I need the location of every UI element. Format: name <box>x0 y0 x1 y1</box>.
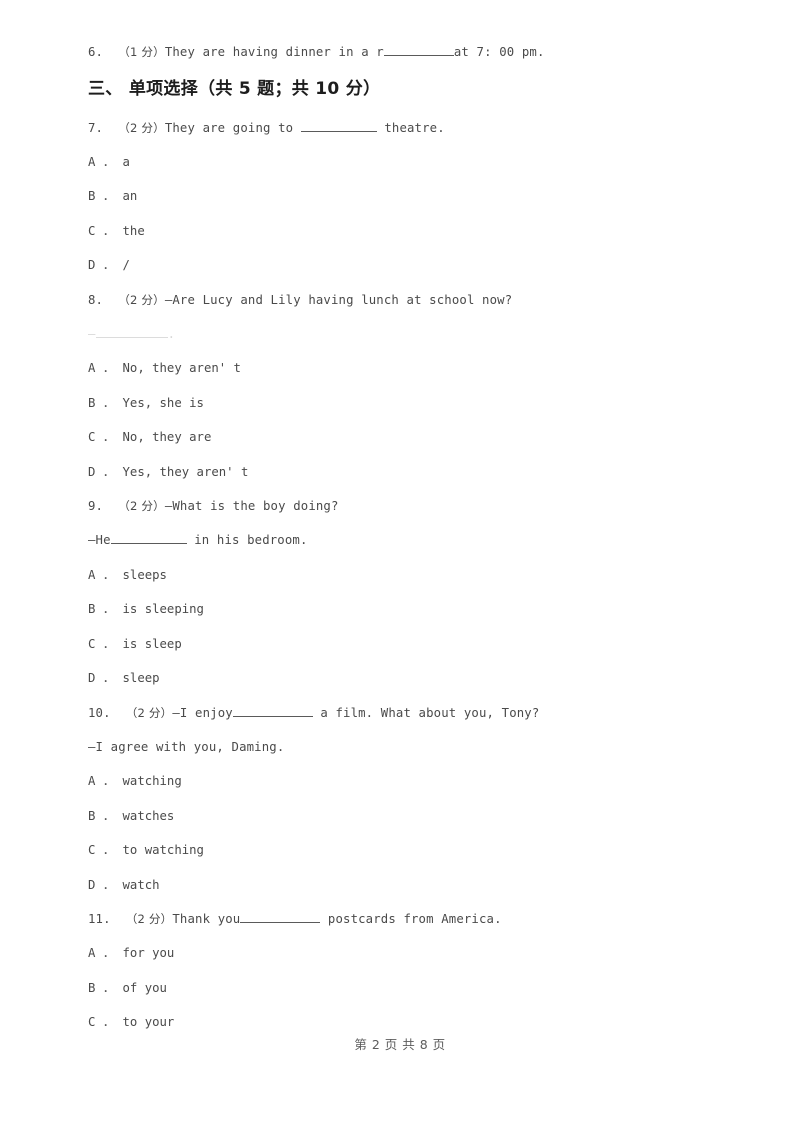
question-9-stem: 9. （2 分）—What is the boy doing? <box>88 500 728 513</box>
page-content: 6. （1 分）They are having dinner in a r at … <box>88 46 728 1051</box>
question-6-line: 6. （1 分）They are having dinner in a r at … <box>88 46 728 59</box>
question-9-option-a[interactable]: A ． sleeps <box>88 569 728 582</box>
question-9-answer-blank[interactable] <box>110 543 187 545</box>
question-11-stem: 11. （2 分）Thank you postcards from Americ… <box>88 913 728 926</box>
question-11-stem-after: postcards from America. <box>320 912 502 927</box>
question-7-option-b[interactable]: B ． an <box>88 190 728 203</box>
question-7-stem-before: They are going to <box>164 120 301 135</box>
question-7-stem: 7. （2 分）They are going to theatre. <box>88 122 728 135</box>
question-11-score: （2 分） <box>125 912 173 927</box>
question-11-option-c[interactable]: C ． to your <box>88 1016 728 1029</box>
question-11-option-a[interactable]: A ． for you <box>88 947 728 960</box>
question-9-score: （2 分） <box>118 499 165 514</box>
question-9-option-b[interactable]: B ． is sleeping <box>88 603 728 616</box>
question-9-stem-text: —What is the boy doing? <box>164 499 339 514</box>
question-9-option-d[interactable]: D ． sleep <box>88 672 728 685</box>
question-7-option-d[interactable]: D ． / <box>88 259 728 272</box>
question-7-stem-after: theatre. <box>376 120 445 135</box>
question-8-stem: 8. （2 分）—Are Lucy and Lily having lunch … <box>88 294 728 307</box>
spacer-8 <box>103 293 118 307</box>
spacer-6 <box>103 45 118 59</box>
question-8-score: （2 分） <box>118 292 165 307</box>
question-10-number: 10. <box>88 705 111 720</box>
document-page: 6. （1 分）They are having dinner in a r at … <box>0 0 800 1132</box>
question-8-option-c[interactable]: C ． No, they are <box>88 431 728 444</box>
question-10-option-c[interactable]: C ． to watching <box>88 844 728 857</box>
question-7-blank[interactable] <box>300 130 377 132</box>
question-10-answer-line: —I agree with you, Daming. <box>88 739 285 754</box>
question-10-score: （2 分） <box>125 705 173 720</box>
question-11-stem-before: Thank you <box>172 912 241 927</box>
question-6-stem-after: at 7: 00 pm. <box>453 45 545 59</box>
question-6-score: （1 分） <box>118 45 165 59</box>
question-7-option-c[interactable]: C ． the <box>88 225 728 238</box>
spacer-7 <box>103 121 118 135</box>
question-11-blank[interactable] <box>240 922 321 924</box>
question-8-number: 8. <box>88 292 104 307</box>
section-heading: 三、 单项选择（共 5 题；共 10 分） <box>88 78 381 99</box>
question-7-score: （2 分） <box>118 120 165 135</box>
question-6-stem-before: They are having dinner in a r <box>164 45 384 59</box>
question-8-answer-blank[interactable] <box>95 336 168 338</box>
question-7-number: 7. <box>88 120 104 135</box>
question-8-stem-text: —Are Lucy and Lily having lunch at schoo… <box>164 292 513 307</box>
page-footer: 第 2 页 共 8 页 <box>354 1037 446 1052</box>
spacer-9 <box>103 499 118 513</box>
question-11-option-b[interactable]: B ． of you <box>88 982 728 995</box>
question-9-option-c[interactable]: C ． is sleep <box>88 638 728 651</box>
question-10-option-b[interactable]: B ． watches <box>88 810 728 823</box>
question-6-blank[interactable] <box>383 55 454 56</box>
question-10-stem-after: a film. What about you, Tony? <box>312 705 540 720</box>
question-11-number: 11. <box>88 912 111 927</box>
question-8-option-d[interactable]: D ． Yes, they aren' t <box>88 466 728 479</box>
question-10-stem: 10. （2 分）—I enjoy a film. What about you… <box>88 707 728 720</box>
question-9-answer-line: —He in his bedroom. <box>88 534 728 546</box>
spacer-10 <box>111 706 126 720</box>
question-10-stem-before: —I enjoy <box>172 705 233 720</box>
question-9-number: 9. <box>88 499 104 514</box>
question-10-blank[interactable] <box>232 715 313 717</box>
question-9-answer-suffix: in his bedroom. <box>186 533 308 548</box>
question-8-answer-suffix: . <box>167 326 176 341</box>
question-7-option-a[interactable]: A ． a <box>88 156 728 169</box>
spacer-11 <box>111 912 126 926</box>
question-8-answer-prefix: — <box>88 326 96 341</box>
question-9-answer-prefix: —He <box>88 533 111 548</box>
question-8-option-a[interactable]: A ． No, they aren' t <box>88 362 728 375</box>
question-8-answer-line: —. <box>88 328 728 340</box>
question-10-option-d[interactable]: D ． watch <box>88 879 728 892</box>
question-10-option-a[interactable]: A ． watching <box>88 775 728 788</box>
question-8-option-b[interactable]: B ． Yes, she is <box>88 397 728 410</box>
question-6-number: 6. <box>88 45 104 59</box>
